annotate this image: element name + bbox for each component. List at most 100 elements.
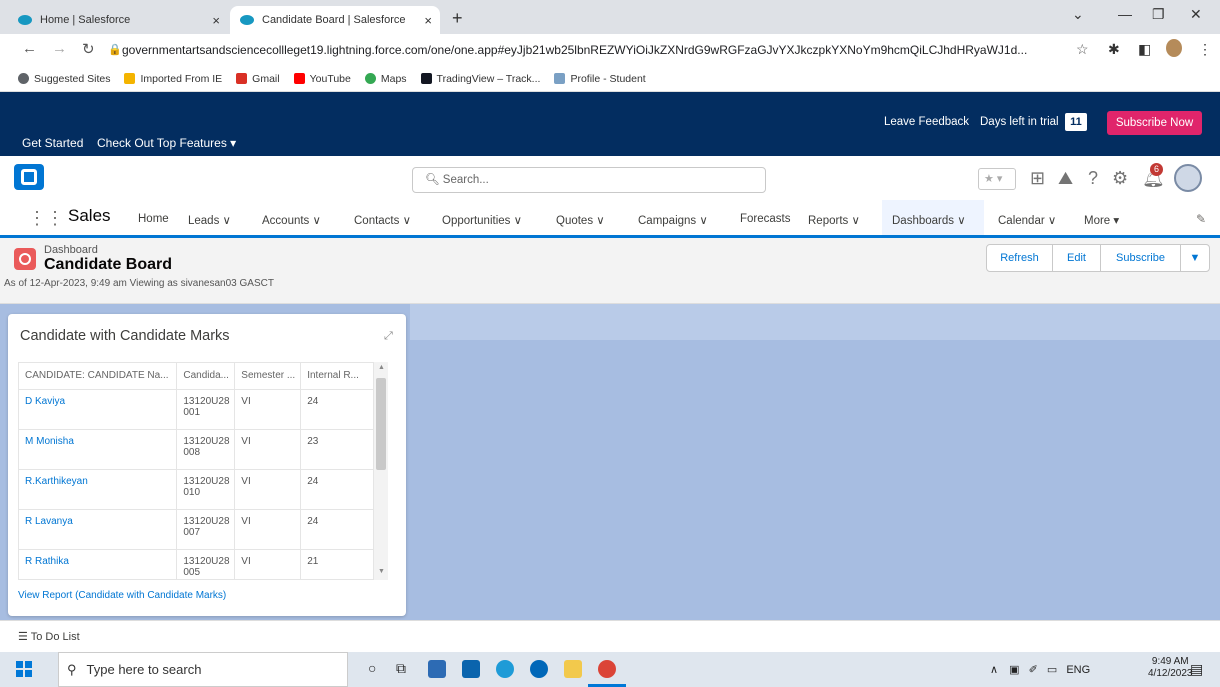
profile-avatar[interactable] <box>1166 39 1182 57</box>
browser-menu-icon[interactable]: ⋮ <box>1198 41 1212 58</box>
forward-icon[interactable]: → <box>52 40 67 57</box>
bookmark-item[interactable]: YouTube <box>293 73 351 85</box>
maximize-icon[interactable]: ❐ <box>1152 6 1165 23</box>
browser-tab-candidate-board[interactable]: Candidate Board | Salesforce × <box>230 6 440 34</box>
suggested-sites-icon <box>18 73 29 84</box>
chrome-icon[interactable] <box>598 660 616 678</box>
nav-item-accounts[interactable]: Accounts ∨ <box>262 213 321 227</box>
bookmark-item[interactable]: Imported From IE <box>124 73 222 85</box>
bookmarks-bar: Suggested Sites Imported From IE Gmail Y… <box>0 66 1220 92</box>
nav-item-calendar[interactable]: Calendar ∨ <box>998 213 1056 227</box>
table-row: R Rathika 13120U28 005 VI 21 <box>19 549 374 579</box>
cortana-icon[interactable]: ○ <box>368 660 376 676</box>
user-avatar[interactable] <box>1174 164 1202 192</box>
candidate-name-link[interactable]: R.Karthikeyan <box>19 469 178 510</box>
tab-search-icon[interactable]: ⌄ <box>1072 6 1084 23</box>
nav-item-quotes[interactable]: Quotes ∨ <box>556 213 605 227</box>
trailhead-icon[interactable]: ⛰ <box>1058 168 1073 189</box>
nav-item-forecasts[interactable]: Forecasts <box>740 213 791 225</box>
global-search-input[interactable]: 🔍︎ Search... <box>412 167 766 193</box>
action-center-icon[interactable]: ▤ <box>1190 661 1203 678</box>
column-header[interactable]: Semester ... <box>234 363 302 390</box>
todo-list-button[interactable]: ☰ To Do List <box>18 630 80 643</box>
language-indicator[interactable]: ENG <box>1066 664 1090 676</box>
candidate-name-link[interactable]: D Kaviya <box>19 389 178 430</box>
candidate-id-cell: 13120U28 005 <box>176 549 236 579</box>
extensions-icon[interactable]: ✱ <box>1108 41 1120 58</box>
edge-dev-icon[interactable] <box>530 660 548 678</box>
url-field[interactable]: governmentartsandsciencecollleget19.ligh… <box>122 43 1027 57</box>
candidate-name-link[interactable]: M Monisha <box>19 429 178 470</box>
column-header[interactable]: Internal R... <box>300 363 374 390</box>
subscribe-button[interactable]: Subscribe <box>1101 245 1181 271</box>
card-title: Candidate with Candidate Marks <box>20 328 230 344</box>
leave-feedback-link[interactable]: Leave Feedback <box>884 116 969 128</box>
profile-page-icon <box>554 73 566 84</box>
network-icon[interactable]: ▣ <box>1009 664 1019 676</box>
minimize-icon[interactable]: — <box>1118 6 1132 22</box>
nav-item-campaigns[interactable]: Campaigns ∨ <box>638 213 708 227</box>
column-header[interactable]: Candida... <box>176 363 236 390</box>
edit-nav-pencil-icon[interactable]: ✎ <box>1196 212 1206 226</box>
close-tab-icon[interactable]: × <box>424 13 432 28</box>
edge-icon[interactable] <box>496 660 514 678</box>
table-scrollbar-thumb[interactable] <box>376 378 386 470</box>
bookmark-item[interactable]: Gmail <box>236 73 280 85</box>
nav-item-dashboards[interactable]: Dashboards ∨ <box>882 200 984 238</box>
favorites-star-icon[interactable]: ★ ▾ <box>978 168 1016 190</box>
nav-item-more[interactable]: More ▾ <box>1084 213 1119 227</box>
battery-icon[interactable]: ▭ <box>1047 664 1057 676</box>
bookmark-item[interactable]: TradingView – Track... <box>420 73 540 85</box>
view-report-link[interactable]: View Report (Candidate with Candidate Ma… <box>18 590 226 601</box>
chevron-up-icon[interactable]: ∧ <box>990 664 998 676</box>
nav-item-contacts[interactable]: Contacts ∨ <box>354 213 411 227</box>
bookmark-item[interactable]: Suggested Sites <box>18 73 110 85</box>
system-tray: ∧ ▣ ✐ ▭ ENG <box>990 663 1090 676</box>
salesforce-logo-icon[interactable] <box>14 164 44 190</box>
mail-icon[interactable] <box>462 660 480 678</box>
refresh-button[interactable]: Refresh <box>987 245 1053 271</box>
bookmark-item[interactable]: Profile - Student <box>554 73 646 85</box>
nav-item-leads[interactable]: Leads ∨ <box>188 213 231 227</box>
dashboard-action-buttons: Refresh Edit Subscribe ▼ <box>986 244 1210 272</box>
dashboard-menu-chevron-icon[interactable]: ▼ <box>1181 245 1209 271</box>
browser-tab-home[interactable]: Home | Salesforce × <box>8 6 228 34</box>
nav-item-opportunities[interactable]: Opportunities ∨ <box>442 213 522 227</box>
tradingview-icon <box>420 73 432 84</box>
candidate-name-link[interactable]: R Lavanya <box>19 509 178 550</box>
nav-item-home[interactable]: Home <box>138 213 169 225</box>
youtube-icon <box>293 73 305 84</box>
reload-icon[interactable]: ↻ <box>82 40 95 58</box>
store-icon[interactable] <box>428 660 446 678</box>
taskbar-clock[interactable]: 9:49 AM 4/12/2023 <box>1148 656 1193 680</box>
help-icon[interactable]: ? <box>1088 168 1098 189</box>
pen-icon[interactable]: ✐ <box>1029 664 1038 676</box>
semester-cell: VI <box>234 389 302 430</box>
edit-button[interactable]: Edit <box>1053 245 1101 271</box>
global-actions-icon[interactable]: ⊞ <box>1030 168 1045 189</box>
semester-cell: VI <box>234 549 302 579</box>
taskbar-search-input[interactable]: ⚲ Type here to search <box>58 652 348 687</box>
bookmark-star-icon[interactable]: ☆ <box>1076 41 1089 58</box>
windows-start-icon[interactable] <box>16 661 32 677</box>
candidate-name-link[interactable]: R Rathika <box>19 549 178 579</box>
top-features-menu[interactable]: Check Out Top Features ▾ <box>97 136 236 150</box>
nav-item-reports[interactable]: Reports ∨ <box>808 213 860 227</box>
scroll-up-icon[interactable]: ▲ <box>378 364 385 371</box>
file-explorer-icon[interactable] <box>564 660 582 678</box>
expand-icon[interactable]: ⤢ <box>384 330 393 343</box>
column-header[interactable]: CANDIDATE: CANDIDATE Na... <box>19 363 178 390</box>
task-view-icon[interactable]: ⧉ <box>396 660 406 677</box>
sidepanel-icon[interactable]: ◧ <box>1138 41 1151 58</box>
close-tab-icon[interactable]: × <box>212 13 220 28</box>
scroll-down-icon[interactable]: ▼ <box>378 568 385 575</box>
new-tab-button[interactable]: + <box>452 8 463 29</box>
back-icon[interactable]: ← <box>22 40 37 57</box>
subscribe-now-button[interactable]: Subscribe Now <box>1107 111 1202 135</box>
app-launcher-icon[interactable]: ⋮⋮ <box>28 208 64 229</box>
bookmark-item[interactable]: Maps <box>364 73 407 85</box>
setup-gear-icon[interactable]: ⚙ <box>1112 168 1128 189</box>
close-window-icon[interactable]: ✕ <box>1190 6 1202 23</box>
table-header-row: CANDIDATE: CANDIDATE Na... Candida... Se… <box>19 363 374 390</box>
get-started-link[interactable]: Get Started <box>22 136 83 150</box>
